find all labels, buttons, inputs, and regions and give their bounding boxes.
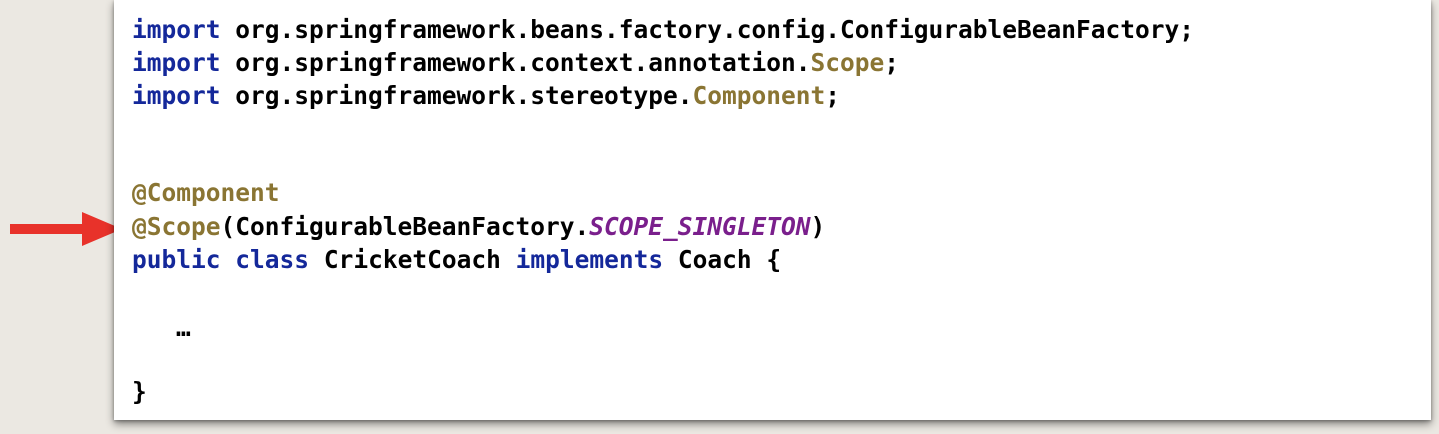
- code-panel: import org.springframework.beans.factory…: [114, 0, 1431, 420]
- class-name: CricketCoach: [323, 245, 501, 274]
- code-line-component-annotation: @Component: [132, 178, 280, 208]
- annotation: @Component: [132, 178, 280, 207]
- semicolon: ;: [884, 48, 900, 77]
- semicolon: ;: [825, 81, 841, 110]
- annotation: @Scope: [132, 212, 221, 241]
- keyword-class: class: [235, 245, 310, 274]
- annotation-type: Scope: [810, 48, 885, 77]
- code-line-scope-annotation: @Scope(ConfigurableBeanFactory.SCOPE_SIN…: [132, 212, 825, 242]
- keyword: import: [132, 81, 221, 110]
- import-path: org.springframework.stereotype.: [220, 81, 693, 110]
- code-line-import-scope: import org.springframework.context.annot…: [132, 48, 899, 78]
- code-line-import-component: import org.springframework.stereotype.Co…: [132, 81, 840, 111]
- import-path: org.springframework.beans.factory.config…: [220, 15, 1195, 44]
- annotation-type: Component: [692, 81, 826, 110]
- keyword-implements: implements: [515, 245, 664, 274]
- import-path: org.springframework.context.annotation.: [220, 48, 811, 77]
- scope-constant: SCOPE_SINGLETON: [589, 212, 811, 241]
- scope-argument-prefix: (ConfigurableBeanFactory.: [220, 212, 590, 241]
- code-line-ellipsis: …: [176, 313, 191, 343]
- ellipsis: …: [176, 313, 191, 342]
- keyword: import: [132, 15, 221, 44]
- code-line-closing-brace: }: [132, 377, 147, 407]
- close-brace: }: [132, 377, 147, 406]
- open-brace: {: [766, 245, 782, 274]
- keyword-public: public: [132, 245, 221, 274]
- close-paren: ): [810, 212, 826, 241]
- red-arrow-icon: [10, 212, 122, 246]
- keyword: import: [132, 48, 221, 77]
- code-line-class-declaration: public class CricketCoach implements Coa…: [132, 245, 781, 275]
- code-line-import-configurable-bean-factory: import org.springframework.beans.factory…: [132, 15, 1194, 45]
- interface-name: Coach: [677, 245, 752, 274]
